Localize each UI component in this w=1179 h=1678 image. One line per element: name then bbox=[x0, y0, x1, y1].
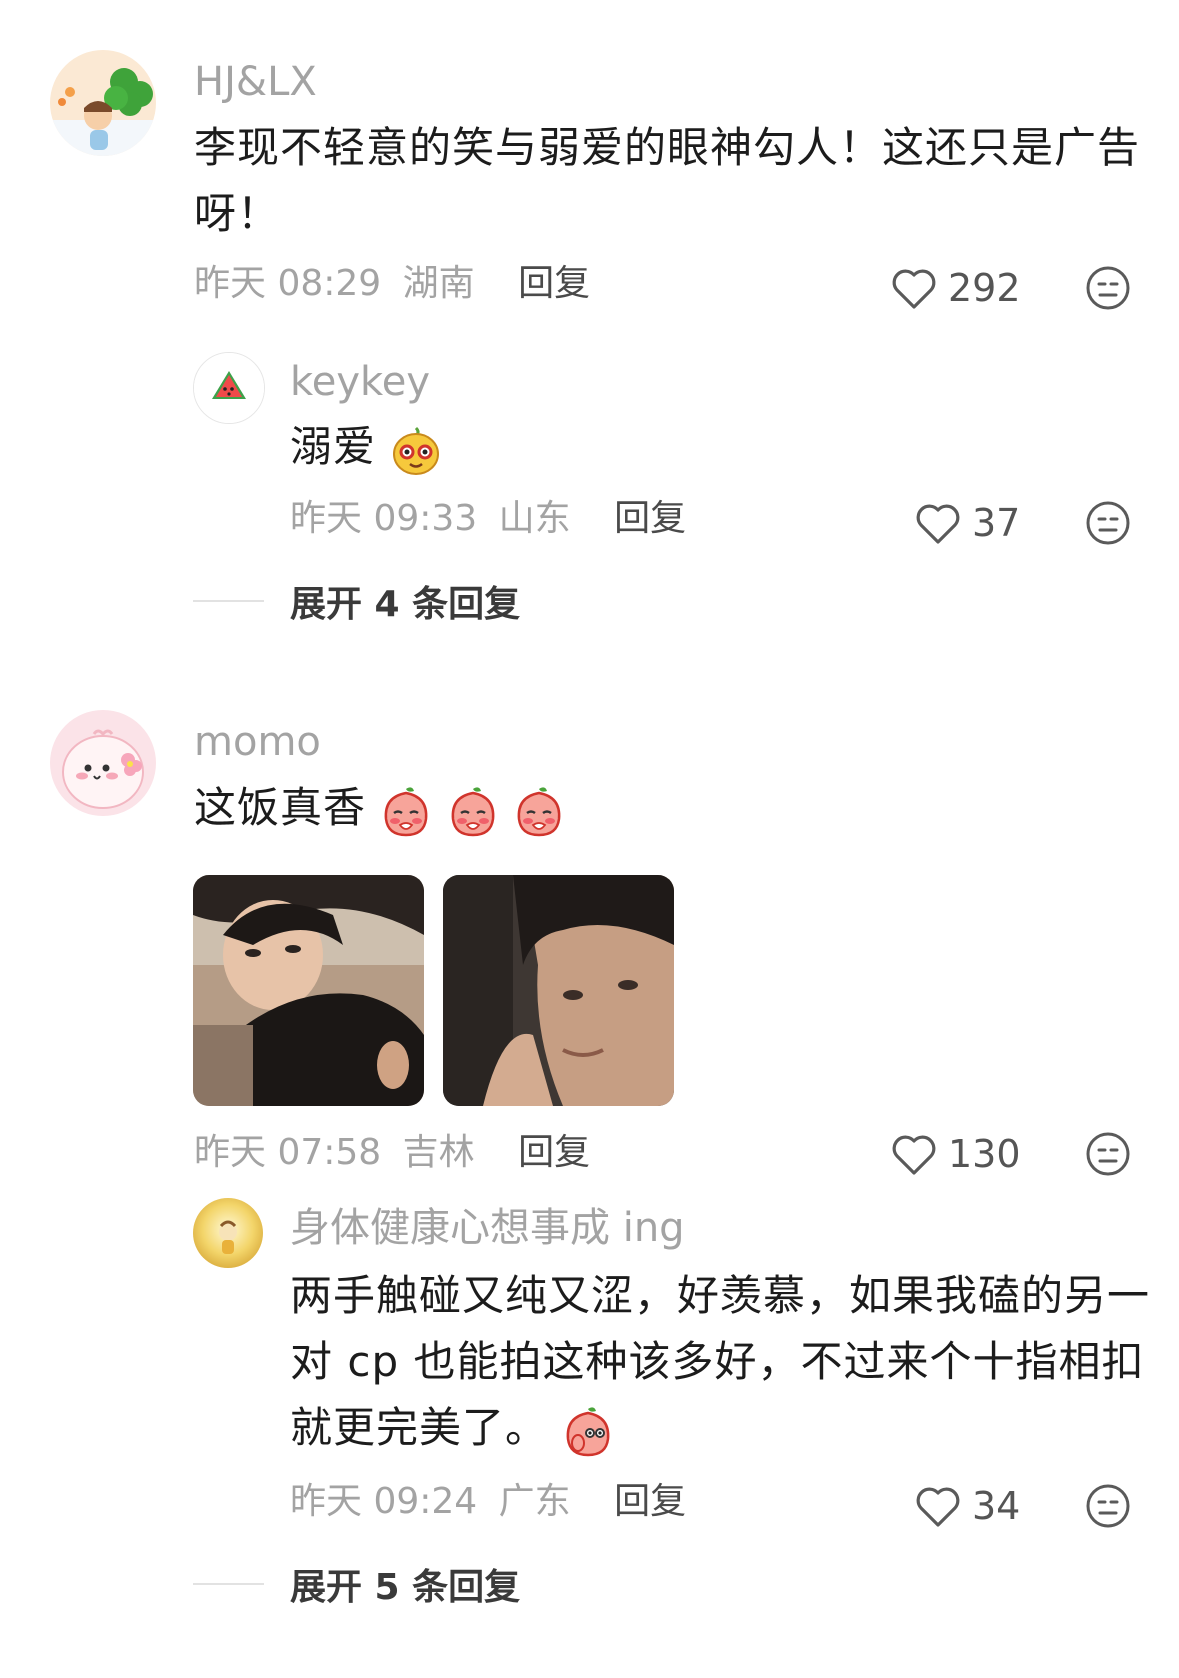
reply-meta: 昨天 09:24 广东 回复 bbox=[290, 1480, 686, 1524]
comment-location: 吉林 bbox=[402, 1132, 475, 1173]
expand-replies-button[interactable]: 展开 4 条回复 bbox=[193, 577, 520, 625]
peach-emoji-icon bbox=[385, 786, 428, 836]
divider-line bbox=[193, 1583, 264, 1585]
comment-photo-2[interactable] bbox=[443, 875, 674, 1106]
like-count: 292 bbox=[948, 266, 1021, 310]
avatar-reply-user[interactable] bbox=[193, 1198, 263, 1268]
avatar-hjlx[interactable] bbox=[50, 50, 156, 156]
like-button[interactable]: 34 bbox=[914, 1480, 1020, 1532]
comment-location: 湖南 bbox=[402, 263, 475, 304]
peach-emoji-icon bbox=[451, 786, 495, 836]
reply-username[interactable]: keykey bbox=[290, 358, 430, 406]
expand-replies-label: 展开 4 条回复 bbox=[290, 584, 521, 625]
comment-text-row: 这饭真香 bbox=[194, 775, 565, 841]
comment-text-line: 呀！ bbox=[194, 189, 281, 238]
comment-username[interactable]: HJ&LX bbox=[194, 58, 317, 106]
peach-emoji-icon bbox=[567, 1406, 610, 1456]
reply-button[interactable]: 回复 bbox=[518, 263, 590, 304]
comment-meta: 昨天 08:29 湖南 回复 bbox=[194, 262, 590, 306]
like-count: 130 bbox=[948, 1132, 1021, 1176]
like-count: 34 bbox=[972, 1484, 1021, 1528]
reply-meta: 昨天 09:33 山东 回复 bbox=[290, 497, 686, 541]
heart-icon bbox=[916, 1487, 960, 1527]
dislike-icon[interactable] bbox=[1084, 1130, 1132, 1178]
reply-text-row: 就更完美了。 bbox=[290, 1395, 614, 1461]
avatar-keykey[interactable] bbox=[193, 352, 265, 424]
heart-icon bbox=[892, 269, 936, 309]
like-button[interactable]: 292 bbox=[890, 262, 1021, 314]
dislike-icon[interactable] bbox=[1084, 264, 1132, 312]
expand-replies-label: 展开 5 条回复 bbox=[290, 1567, 521, 1608]
comment-text-line: 李现不轻意的笑与弱爱的眼神勾人！这还只是广告 bbox=[194, 123, 1141, 172]
comment-date: 昨天 07:58 bbox=[194, 1132, 382, 1173]
reply-date: 昨天 09:33 bbox=[290, 498, 478, 539]
reply-button[interactable]: 回复 bbox=[614, 1481, 686, 1522]
like-count: 37 bbox=[972, 501, 1021, 545]
reply-button[interactable]: 回复 bbox=[518, 1132, 590, 1173]
reply-button[interactable]: 回复 bbox=[614, 498, 686, 539]
reply-text-row: 溺爱 bbox=[290, 414, 442, 480]
avatar-momo[interactable] bbox=[50, 710, 156, 816]
reply-text-line: 就更完美了。 bbox=[290, 1403, 549, 1452]
divider-line bbox=[193, 600, 264, 602]
reply-date: 昨天 09:24 bbox=[290, 1481, 478, 1522]
dislike-icon[interactable] bbox=[1084, 1482, 1132, 1530]
reply-text: 溺爱 bbox=[290, 422, 377, 471]
comment-date: 昨天 08:29 bbox=[194, 263, 382, 304]
cute-face-emoji-icon bbox=[393, 426, 440, 475]
like-button[interactable]: 37 bbox=[914, 497, 1020, 549]
heart-icon bbox=[916, 504, 960, 544]
comment-photo-1[interactable] bbox=[193, 875, 424, 1106]
peach-emoji-icon bbox=[517, 786, 561, 836]
heart-icon bbox=[892, 1135, 936, 1175]
dislike-icon[interactable] bbox=[1084, 499, 1132, 547]
reply-location: 山东 bbox=[498, 498, 571, 539]
comment-meta: 昨天 07:58 吉林 回复 bbox=[194, 1131, 590, 1175]
like-button[interactable]: 130 bbox=[890, 1128, 1021, 1180]
comment-username[interactable]: momo bbox=[194, 718, 321, 766]
reply-location: 广东 bbox=[498, 1481, 571, 1522]
expand-replies-button[interactable]: 展开 5 条回复 bbox=[193, 1560, 520, 1608]
reply-text-line: 两手触碰又纯又涩，好羡慕，如果我磕的另一 bbox=[290, 1271, 1151, 1320]
reply-username[interactable]: 身体健康心想事成 ing bbox=[290, 1204, 685, 1252]
comment-text: 这饭真香 bbox=[194, 783, 367, 832]
reply-text-line: 对 cp 也能拍这种该多好，不过来个十指相扣 bbox=[290, 1337, 1145, 1386]
